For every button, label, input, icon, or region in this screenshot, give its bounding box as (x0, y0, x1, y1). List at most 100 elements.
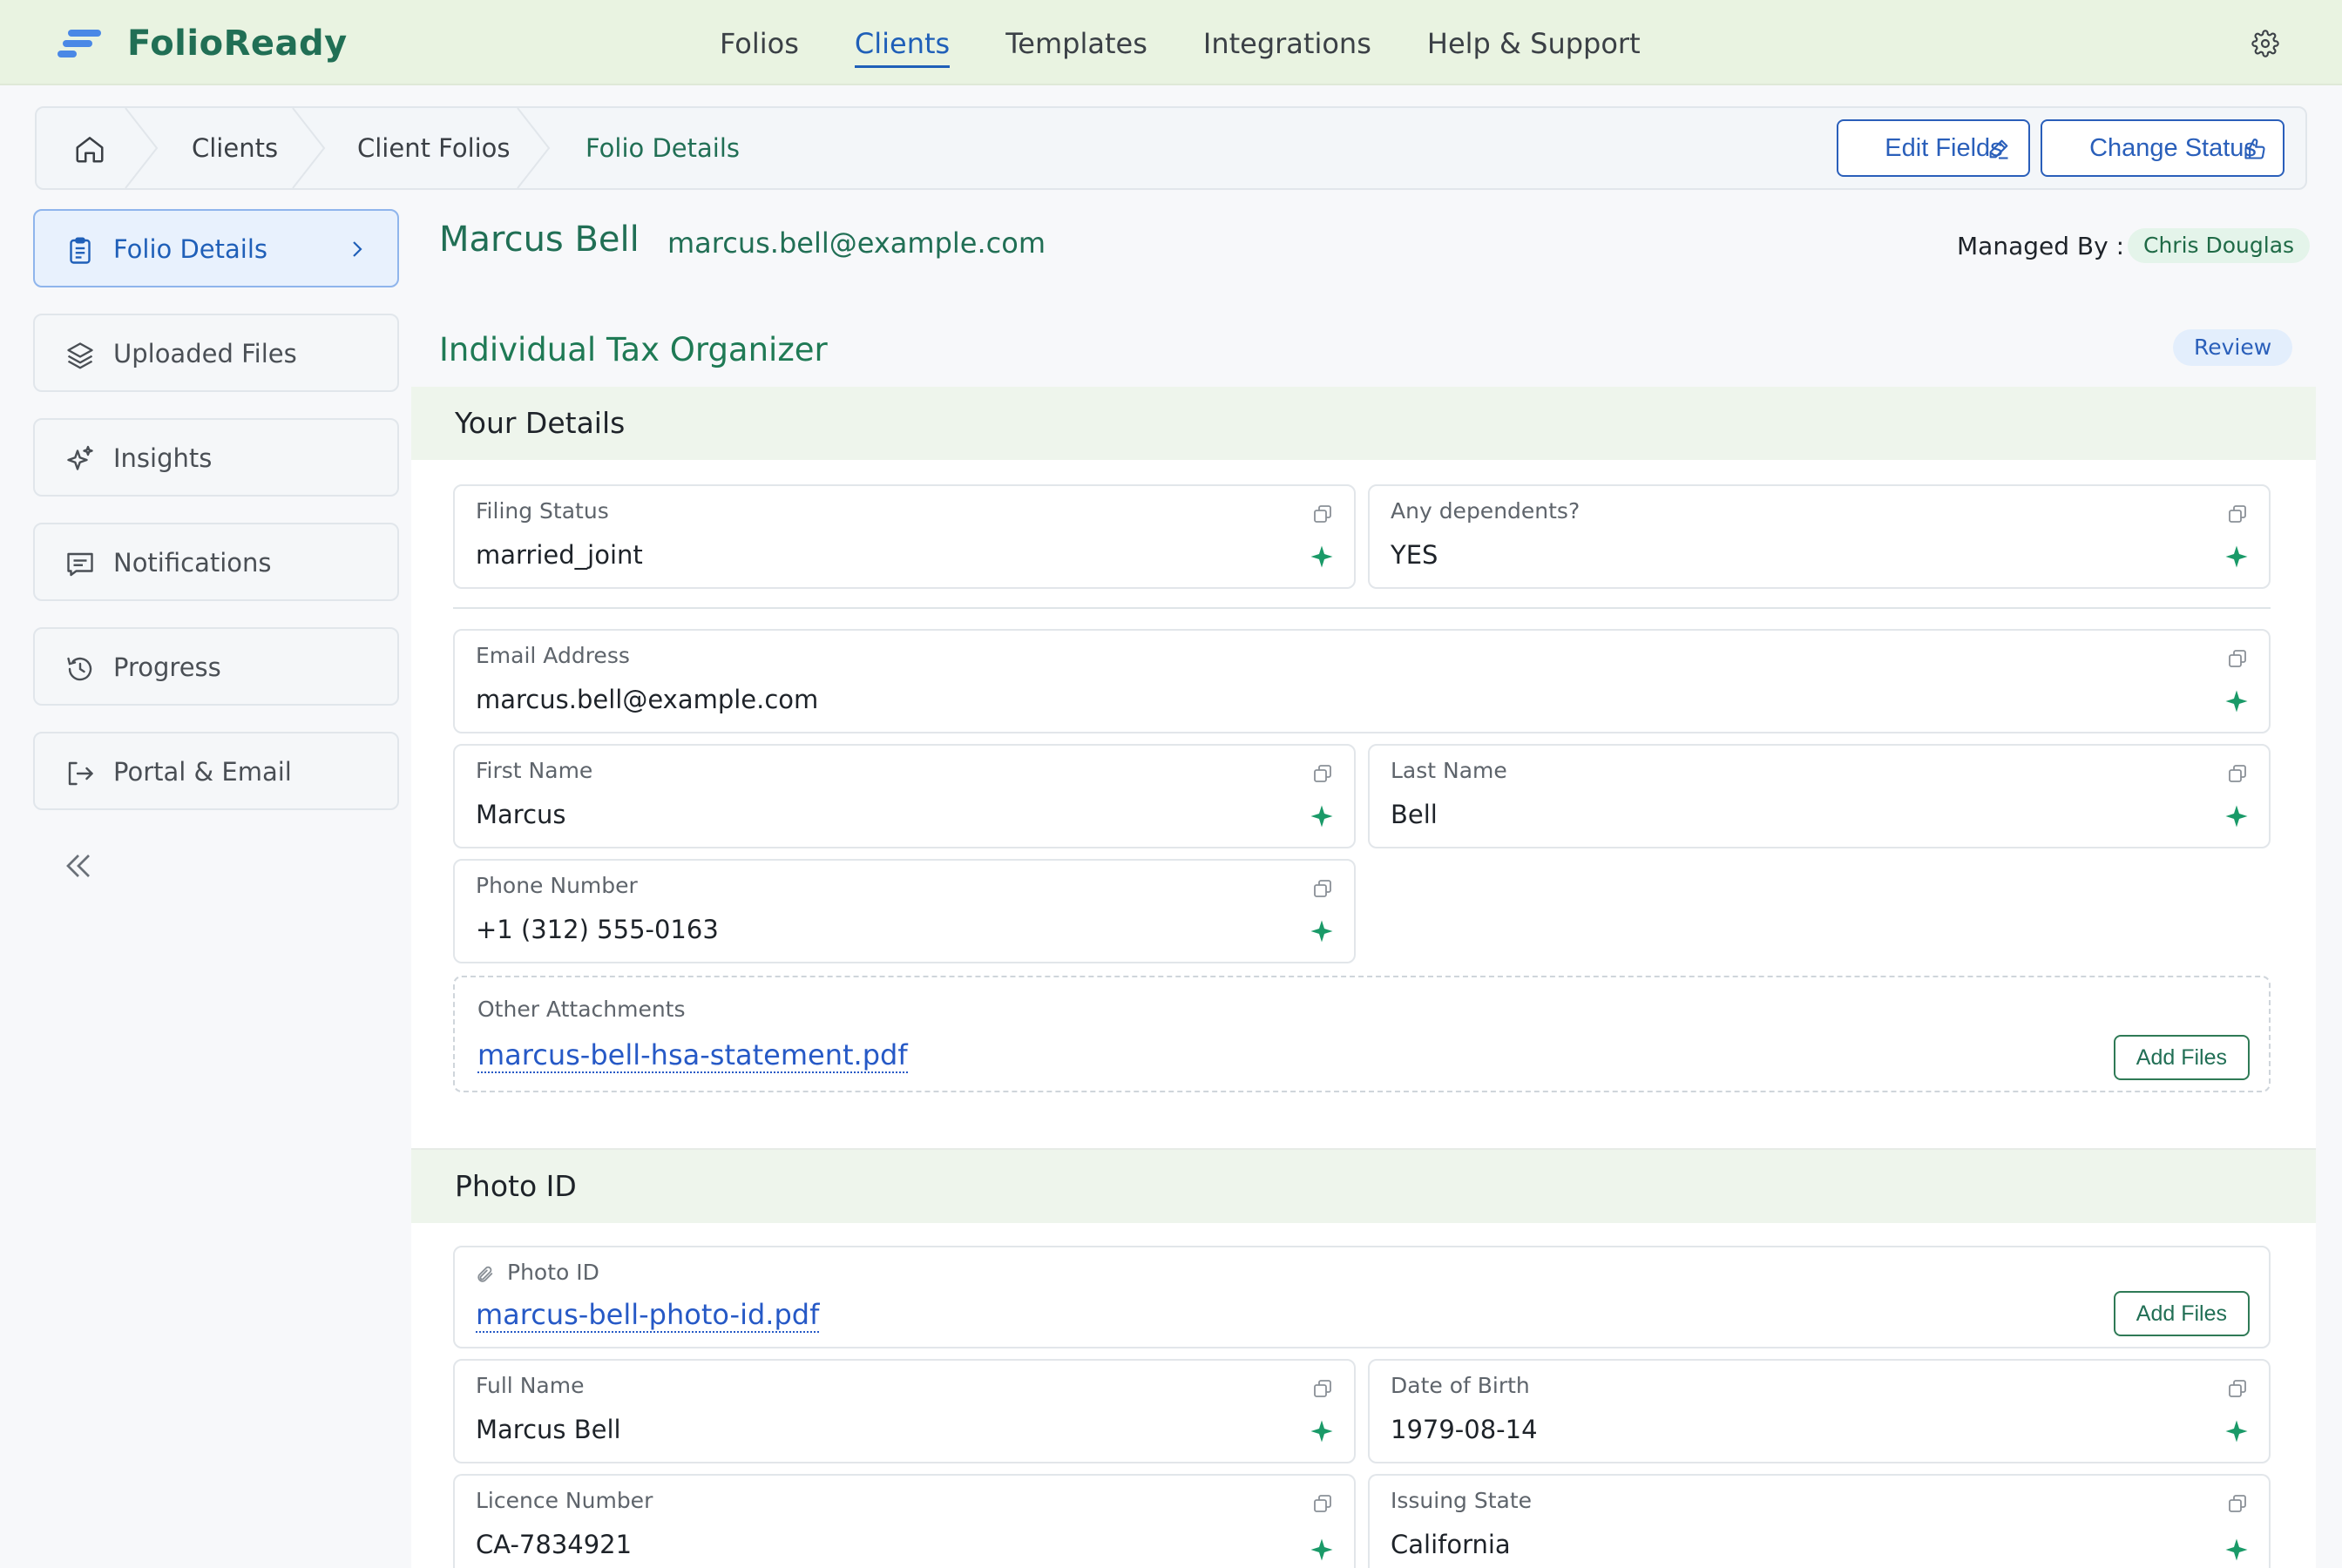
copy-icon[interactable] (1312, 878, 1333, 899)
gear-icon[interactable] (2251, 30, 2279, 57)
field-label: Other Attachments (477, 997, 686, 1022)
chevron-right-icon (353, 241, 362, 257)
field-label: Photo ID (507, 1260, 599, 1285)
form-title: Individual Tax Organizer (439, 331, 828, 368)
nav-folios[interactable]: Folios (720, 24, 799, 68)
breadcrumb-client-folios[interactable]: Client Folios (357, 108, 511, 188)
sidebar-item-portal-email[interactable]: Portal & Email (33, 732, 399, 810)
app-logo[interactable]: FolioReady (58, 24, 348, 64)
nav-integrations[interactable]: Integrations (1203, 24, 1371, 68)
copy-icon[interactable] (2227, 1493, 2248, 1514)
field-value: Bell (1391, 800, 1438, 829)
date-of-birth-field[interactable]: Date of Birth 1979-08-14 (1368, 1359, 2271, 1463)
copy-icon[interactable] (1312, 763, 1333, 784)
change-status-label: Change Status (2089, 134, 2257, 162)
sidebar-item-label: Portal & Email (113, 757, 292, 787)
copy-icon[interactable] (1312, 1378, 1333, 1399)
other-attachments-field: Other Attachments marcus-bell-hsa-statem… (453, 976, 2271, 1092)
home-icon[interactable] (73, 132, 106, 166)
section-title: Your Details (455, 406, 626, 440)
logo-icon (58, 28, 101, 59)
dependents-field[interactable]: Any dependents? YES (1368, 484, 2271, 589)
field-label: Filing Status (476, 498, 609, 524)
breadcrumb-separator-icon (517, 108, 551, 188)
sidebar-item-insights[interactable]: Insights (33, 418, 399, 497)
top-navigation: FolioReady Folios Clients Templates Inte… (0, 0, 2342, 85)
field-label: Last Name (1391, 758, 1507, 783)
ai-sparkle-icon[interactable] (2224, 803, 2250, 829)
filing-status-field[interactable]: Filing Status married_joint (453, 484, 1356, 589)
nav-templates[interactable]: Templates (1005, 24, 1147, 68)
client-name: Marcus Bell (439, 220, 640, 260)
sidebar-item-label: Insights (113, 443, 213, 473)
ai-sparkle-icon[interactable] (2224, 1418, 2250, 1444)
field-value: marcus.bell@example.com (476, 685, 819, 714)
nav-clients[interactable]: Clients (854, 24, 951, 68)
field-label: Full Name (476, 1373, 585, 1398)
status-badge: Review (2173, 329, 2293, 366)
field-value: California (1391, 1530, 1511, 1559)
field-label: Email Address (476, 643, 630, 668)
ai-sparkle-icon[interactable] (1309, 1537, 1335, 1563)
photo-id-file-field: Photo ID marcus-bell-photo-id.pdf Add Fi… (453, 1246, 2271, 1348)
sidebar-item-label: Notifications (113, 548, 272, 578)
app-name: FolioReady (127, 24, 348, 64)
field-value: Marcus Bell (476, 1415, 621, 1444)
ai-sparkle-icon[interactable] (1309, 918, 1335, 944)
copy-icon[interactable] (2227, 504, 2248, 524)
breadcrumb-clients[interactable]: Clients (192, 108, 278, 188)
field-value: YES (1391, 540, 1438, 570)
field-value: married_joint (476, 540, 643, 570)
copy-icon[interactable] (2227, 763, 2248, 784)
field-label: Phone Number (476, 873, 638, 898)
sidebar-item-progress[interactable]: Progress (33, 627, 399, 706)
sidebar-item-label: Uploaded Files (113, 339, 297, 368)
field-value: Marcus (476, 800, 566, 829)
breadcrumb: Clients Client Folios Folio Details Edit… (35, 106, 2307, 190)
ai-sparkle-icon[interactable] (1309, 803, 1335, 829)
ai-sparkle-icon[interactable] (2224, 1537, 2250, 1563)
photo-id-file-link[interactable]: marcus-bell-photo-id.pdf (476, 1298, 820, 1333)
ai-sparkle-icon[interactable] (2224, 688, 2250, 714)
section-your-details: Your Details (411, 387, 2316, 460)
breadcrumb-folio-details: Folio Details (586, 133, 741, 163)
first-name-field[interactable]: First Name Marcus (453, 744, 1356, 848)
logout-icon (68, 761, 93, 786)
ai-sparkle-icon[interactable] (1309, 1418, 1335, 1444)
sidebar-item-folio-details[interactable]: Folio Details (33, 209, 399, 287)
ai-sparkle-icon[interactable] (2224, 544, 2250, 570)
nav-help-support[interactable]: Help & Support (1427, 24, 1641, 68)
field-label: Licence Number (476, 1488, 653, 1513)
issuing-state-field[interactable]: Issuing State California (1368, 1474, 2271, 1568)
collapse-sidebar-icon[interactable] (63, 850, 94, 882)
add-files-button[interactable]: Add Files (2113, 1291, 2250, 1336)
manager-badge: Chris Douglas (2128, 228, 2311, 263)
email-field[interactable]: Email Address marcus.bell@example.com (453, 629, 2271, 733)
section-photo-id: Photo ID (411, 1150, 2316, 1223)
add-files-button[interactable]: Add Files (2113, 1035, 2250, 1080)
attachment-file-link[interactable]: marcus-bell-hsa-statement.pdf (477, 1038, 908, 1073)
history-icon (67, 657, 92, 681)
sidebar-item-uploaded-files[interactable]: Uploaded Files (33, 314, 399, 392)
edit-fields-button[interactable]: Edit Fields (1837, 119, 2030, 177)
breadcrumb-separator-icon (125, 108, 159, 188)
full-name-field[interactable]: Full Name Marcus Bell (453, 1359, 1356, 1463)
sparkle-icon (67, 445, 93, 470)
licence-number-field[interactable]: Licence Number CA-7834921 (453, 1474, 1356, 1568)
sidebar-item-label: Folio Details (113, 234, 268, 264)
change-status-button[interactable]: Change Status (2041, 119, 2284, 177)
sidebar-item-label: Progress (113, 652, 221, 682)
last-name-field[interactable]: Last Name Bell (1368, 744, 2271, 848)
section-title: Photo ID (455, 1169, 577, 1203)
sidebar-item-notifications[interactable]: Notifications (33, 523, 399, 601)
copy-icon[interactable] (1312, 1493, 1333, 1514)
message-icon (67, 552, 93, 577)
copy-icon[interactable] (2227, 1378, 2248, 1399)
field-label: Issuing State (1391, 1488, 1533, 1513)
copy-icon[interactable] (1312, 504, 1333, 524)
client-email: marcus.bell@example.com (667, 226, 1046, 260)
copy-icon[interactable] (2227, 648, 2248, 669)
layers-icon (67, 342, 93, 369)
ai-sparkle-icon[interactable] (1309, 544, 1335, 570)
phone-number-field[interactable]: Phone Number +1 (312) 555-0163 (453, 859, 1356, 963)
